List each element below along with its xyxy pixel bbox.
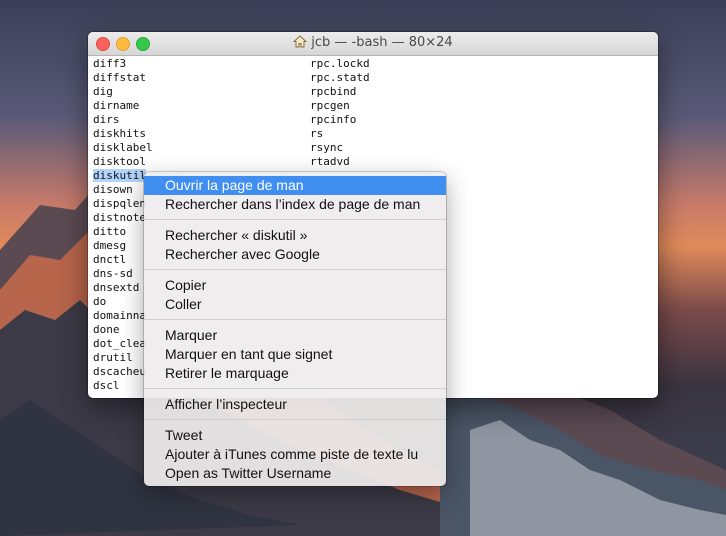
menu-item[interactable]: Marquer	[144, 326, 446, 345]
terminal-line: diff3	[93, 57, 127, 70]
terminal-line: dirname	[93, 99, 140, 112]
terminal-line: rs	[310, 127, 324, 140]
terminal-line: diffstat	[93, 71, 146, 84]
title-bar[interactable]: jcb — -bash — 80×24	[88, 32, 658, 56]
menu-item[interactable]: Afficher l’inspecteur	[144, 395, 446, 414]
terminal-line: rpcinfo	[310, 113, 357, 126]
terminal-line: rpcbind	[310, 85, 357, 98]
output-column-2: rpc.lockd rpc.statd rpcbind rpcgen rpcinfo rs…	[310, 57, 370, 169]
menu-item[interactable]: Coller	[144, 295, 446, 314]
menu-item[interactable]: Copier	[144, 276, 446, 295]
terminal-line: disktool	[93, 155, 146, 168]
menu-item[interactable]: Marquer en tant que signet	[144, 345, 446, 364]
menu-separator	[144, 319, 446, 320]
terminal-line: rsync	[310, 141, 344, 154]
menu-item[interactable]: Open as Twitter Username	[144, 464, 446, 483]
window-title: jcb — -bash — 80×24	[311, 35, 453, 50]
terminal-line: rtadvd	[310, 155, 350, 168]
menu-separator	[144, 388, 446, 389]
terminal-line: rpcgen	[310, 99, 350, 112]
terminal-line: dig	[93, 85, 113, 98]
home-icon	[293, 35, 308, 48]
terminal-line: disklabel	[93, 141, 153, 154]
context-menu[interactable]: Ouvrir la page de man Rechercher dans l’i…	[144, 172, 446, 486]
menu-separator	[144, 269, 446, 270]
menu-separator	[144, 419, 446, 420]
menu-separator	[144, 219, 446, 220]
terminal-line: rpc.lockd	[310, 57, 370, 70]
terminal-line: diskhits	[93, 127, 146, 140]
terminal-line: rpc.statd	[310, 71, 370, 84]
menu-item[interactable]: Rechercher dans l’index de page de man	[144, 195, 446, 214]
menu-item[interactable]: Retirer le marquage	[144, 364, 446, 383]
menu-item[interactable]: Tweet	[144, 426, 446, 445]
menu-item[interactable]: Ouvrir la page de man	[144, 176, 446, 195]
window-title-area: jcb — -bash — 80×24	[88, 35, 658, 50]
menu-item[interactable]: Rechercher « diskutil »	[144, 226, 446, 245]
terminal-line: dirs	[93, 113, 120, 126]
menu-item[interactable]: Rechercher avec Google	[144, 245, 446, 264]
menu-item[interactable]: Ajouter à iTunes comme piste de texte lu	[144, 445, 446, 464]
